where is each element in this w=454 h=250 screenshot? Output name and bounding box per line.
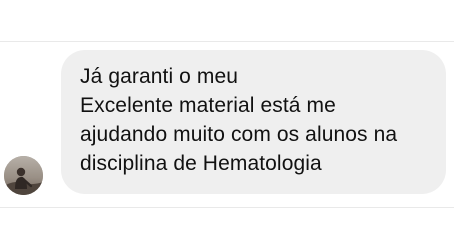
message-line-3: ajudando muito com os alunos na	[80, 123, 398, 146]
message-line-1: Já garanti o meu	[80, 65, 239, 88]
message-line-2: Excelente material está me	[80, 94, 336, 117]
top-divider	[0, 41, 454, 42]
profile-photo-icon	[4, 156, 43, 195]
chat-screenshot: Já garanti o meu Excelente material está…	[0, 0, 454, 250]
bottom-divider	[0, 207, 454, 208]
message-row: Já garanti o meu Excelente material está…	[0, 50, 454, 196]
message-bubble: Já garanti o meu Excelente material está…	[61, 50, 446, 194]
avatar[interactable]	[4, 156, 43, 195]
message-line-4: disciplina de Hematologia	[80, 152, 322, 175]
